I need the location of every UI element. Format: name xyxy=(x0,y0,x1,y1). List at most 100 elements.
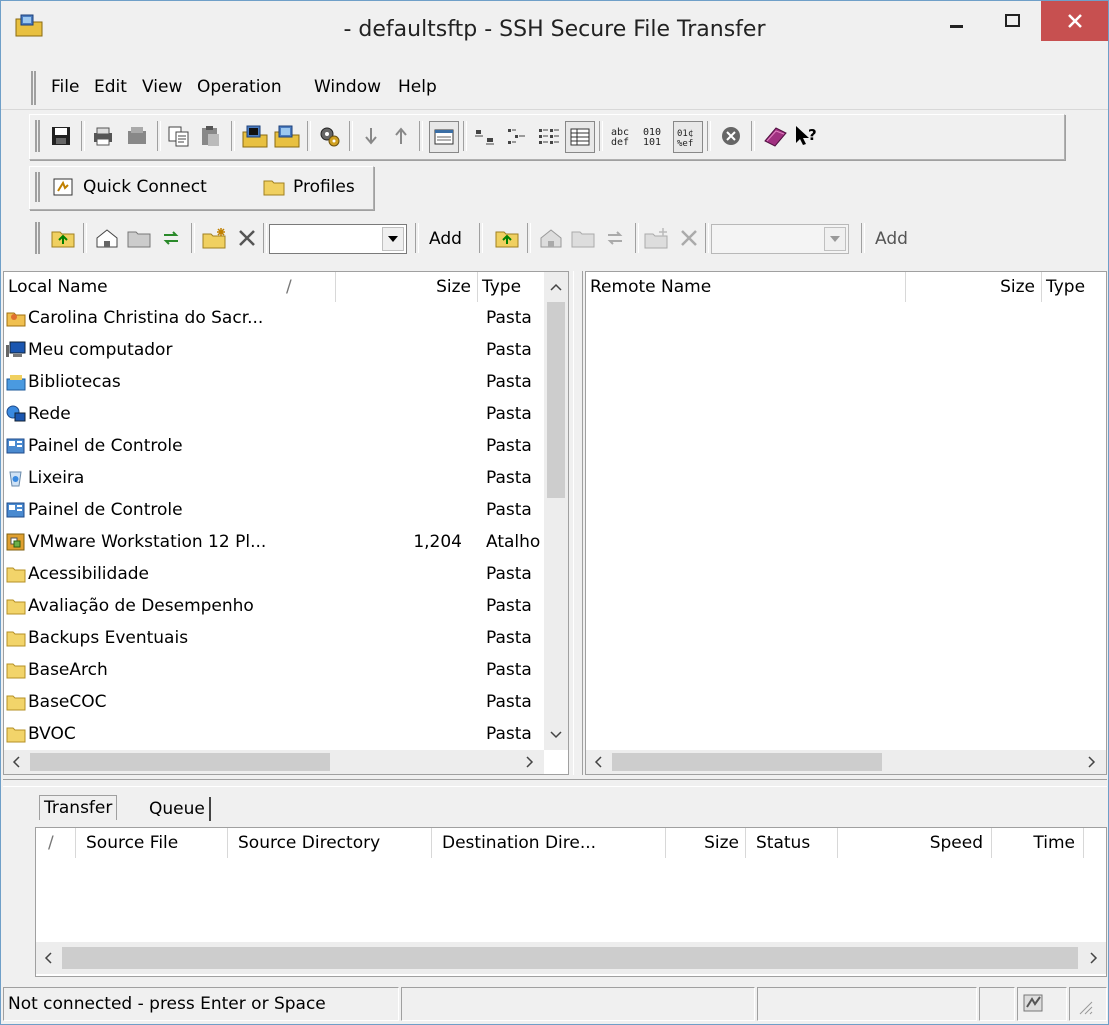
upload-button[interactable] xyxy=(387,121,415,151)
quick-toolbar-grip[interactable] xyxy=(35,172,40,202)
ascii-mode-button[interactable]: abc def xyxy=(609,121,637,151)
local-file-row[interactable]: Carolina Christina do Sacr... Pasta xyxy=(4,302,544,334)
transfer-horizontal-thumb[interactable] xyxy=(62,947,1078,969)
save-button[interactable] xyxy=(47,121,75,151)
local-file-row[interactable]: VMware Workstation 12 Pl... 1,204 Atalho xyxy=(4,526,544,558)
panel-splitter[interactable] xyxy=(573,271,583,775)
copy-button[interactable] xyxy=(165,121,193,151)
print-button[interactable] xyxy=(89,121,117,151)
scroll-left-arrow[interactable] xyxy=(36,942,60,974)
scroll-left-arrow[interactable] xyxy=(586,750,610,774)
remote-new-folder-button[interactable] xyxy=(643,223,671,253)
remote-path-combo[interactable] xyxy=(711,224,849,254)
remote-size-column-header[interactable]: Size xyxy=(906,272,1042,302)
local-size-column-header[interactable]: Size xyxy=(336,272,478,302)
local-file-row[interactable]: BaseCOC Pasta xyxy=(4,686,544,718)
local-vertical-scrollbar[interactable] xyxy=(544,272,568,750)
local-file-row[interactable]: Rede Pasta xyxy=(4,398,544,430)
resize-grip[interactable] xyxy=(1069,987,1107,1021)
minimize-button[interactable] xyxy=(929,1,985,41)
local-file-row[interactable]: Bibliotecas Pasta xyxy=(4,366,544,398)
large-icons-button[interactable] xyxy=(471,121,499,151)
local-vertical-thumb[interactable] xyxy=(547,302,565,498)
local-refresh-button[interactable] xyxy=(157,223,185,253)
remote-type-column-header[interactable]: Type xyxy=(1042,272,1106,302)
local-file-row[interactable]: Avaliação de Desempenho Pasta xyxy=(4,590,544,622)
new-file-transfer-button[interactable] xyxy=(273,121,301,151)
scroll-left-arrow[interactable] xyxy=(4,750,28,774)
local-delete-button[interactable] xyxy=(233,223,261,253)
local-add-button[interactable]: Add xyxy=(429,229,462,249)
context-help-button[interactable]: ? xyxy=(793,121,821,151)
local-file-row[interactable]: BaseArch Pasta xyxy=(4,654,544,686)
remote-file-panel[interactable]: Remote Name Size Type xyxy=(585,271,1107,775)
local-name-column-header[interactable]: Local Name / xyxy=(4,272,336,302)
remote-refresh-button[interactable] xyxy=(601,223,629,253)
local-new-folder-button[interactable] xyxy=(201,223,229,253)
remote-up-directory-button[interactable] xyxy=(493,223,521,253)
remote-name-column-header[interactable]: Remote Name xyxy=(586,272,906,302)
local-file-row[interactable]: Lixeira Pasta xyxy=(4,462,544,494)
remote-path-dropdown-button[interactable] xyxy=(824,227,846,251)
transfer-sort-column[interactable]: / xyxy=(36,828,76,858)
scroll-right-arrow[interactable] xyxy=(1080,750,1104,774)
local-horizontal-scrollbar[interactable] xyxy=(4,750,544,774)
menu-grip[interactable] xyxy=(31,71,36,105)
scroll-right-arrow[interactable] xyxy=(518,750,542,774)
local-file-row[interactable]: BVOC Pasta xyxy=(4,718,544,750)
local-file-panel[interactable]: Local Name / Size Type Carolina Christin… xyxy=(3,271,569,775)
paste-button[interactable] xyxy=(197,121,225,151)
local-horizontal-thumb[interactable] xyxy=(30,753,330,771)
remote-delete-button[interactable] xyxy=(675,223,703,253)
source-directory-column-header[interactable]: Source Directory xyxy=(228,828,432,858)
time-column-header[interactable]: Time xyxy=(992,828,1084,858)
local-file-row[interactable]: Backups Eventuais Pasta xyxy=(4,622,544,654)
tab-queue[interactable]: Queue xyxy=(145,797,211,821)
local-file-row[interactable]: Acessibilidade Pasta xyxy=(4,558,544,590)
transfer-list-panel[interactable]: / Source File Source Directory Destinati… xyxy=(35,827,1107,977)
remote-home-button[interactable] xyxy=(537,223,565,253)
download-button[interactable] xyxy=(357,121,385,151)
local-file-row[interactable]: Meu computador Pasta xyxy=(4,334,544,366)
quick-connect-button[interactable]: Quick Connect xyxy=(53,177,207,197)
local-path-dropdown-button[interactable] xyxy=(382,227,404,251)
close-button[interactable] xyxy=(1041,1,1108,41)
view-toggle-button[interactable] xyxy=(429,121,459,153)
binary-mode-button[interactable]: 010 101 xyxy=(641,121,669,151)
list-view-button[interactable] xyxy=(535,121,563,151)
transfer-horizontal-scrollbar[interactable] xyxy=(36,942,1106,974)
remote-horizontal-thumb[interactable] xyxy=(612,753,882,771)
new-terminal-button[interactable] xyxy=(241,121,269,151)
menu-edit[interactable]: Edit xyxy=(94,77,127,97)
speed-column-header[interactable]: Speed xyxy=(838,828,992,858)
print-disabled-button[interactable] xyxy=(123,121,151,151)
remote-parent-button[interactable] xyxy=(569,223,597,253)
details-view-button[interactable] xyxy=(565,121,595,153)
tab-transfer[interactable]: Transfer xyxy=(39,795,118,820)
scroll-down-arrow[interactable] xyxy=(544,720,568,750)
menu-help[interactable]: Help xyxy=(398,77,437,97)
status-column-header[interactable]: Status xyxy=(746,828,838,858)
settings-button[interactable] xyxy=(315,121,343,151)
source-file-column-header[interactable]: Source File xyxy=(76,828,228,858)
scroll-up-arrow[interactable] xyxy=(544,272,568,302)
local-up-directory-button[interactable] xyxy=(49,223,77,253)
remote-horizontal-scrollbar[interactable] xyxy=(586,750,1106,774)
local-parent-button[interactable] xyxy=(125,223,153,253)
remote-add-button[interactable]: Add xyxy=(875,229,908,249)
menu-operation[interactable]: Operation xyxy=(197,77,282,97)
nav-toolbar-grip[interactable] xyxy=(35,222,40,254)
menu-window[interactable]: Window xyxy=(314,77,381,97)
destination-directory-column-header[interactable]: Destination Dire... xyxy=(432,828,666,858)
small-icons-button[interactable] xyxy=(503,121,531,151)
transfer-size-column-header[interactable]: Size xyxy=(666,828,746,858)
local-file-row[interactable]: Painel de Controle Pasta xyxy=(4,494,544,526)
main-toolbar-grip[interactable] xyxy=(35,120,40,152)
local-home-button[interactable] xyxy=(93,223,121,253)
local-type-column-header[interactable]: Type xyxy=(478,272,546,302)
profiles-button[interactable]: Profiles xyxy=(263,177,355,197)
auto-mode-button[interactable]: 01¢ %ef xyxy=(673,121,703,153)
maximize-button[interactable] xyxy=(985,1,1041,41)
scroll-right-arrow[interactable] xyxy=(1082,942,1106,974)
disconnect-button[interactable] xyxy=(717,121,745,151)
